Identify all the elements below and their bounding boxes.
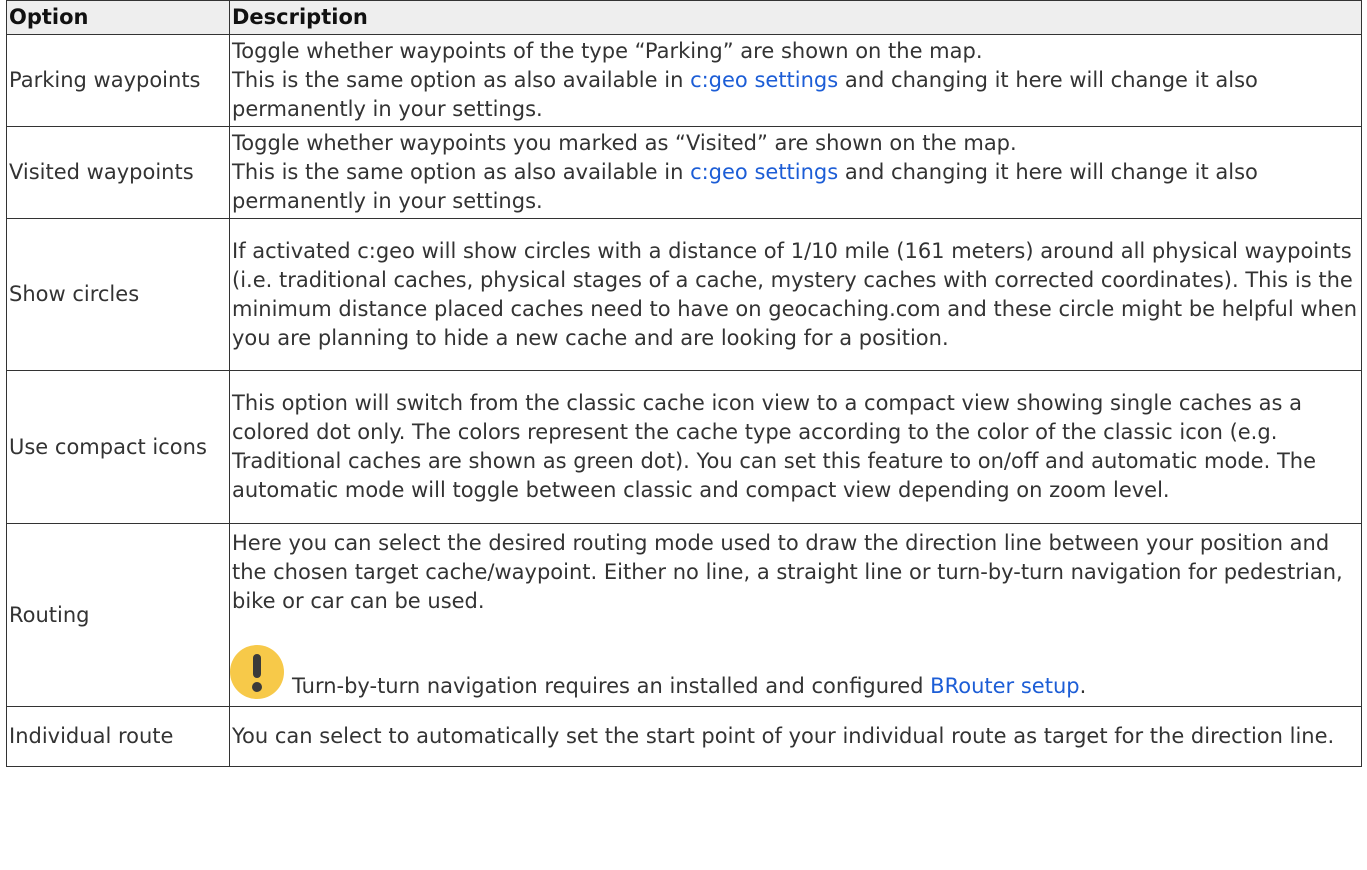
note-text: Turn-by-turn navigation requires an inst… [292, 674, 931, 698]
description-line: Toggle whether waypoints you marked as “… [232, 131, 1017, 155]
option-description: If activated c:geo will show circles wit… [229, 218, 1362, 371]
description-text: This is the same option as also availabl… [232, 160, 691, 184]
option-description: You can select to automatically set the … [229, 706, 1362, 767]
option-name: Individual route [6, 706, 230, 767]
option-name: Visited waypoints [6, 126, 230, 219]
table-row: Use compact icons This option will switc… [6, 370, 1362, 524]
note-text-end: . [1079, 674, 1087, 698]
options-table: Option Description Parking waypoints Tog… [6, 0, 1362, 767]
option-name: Routing [6, 523, 230, 707]
table-row: Visited waypoints Toggle whether waypoin… [6, 126, 1362, 219]
option-name: Show circles [6, 218, 230, 371]
option-description: Here you can select the desired routing … [229, 523, 1362, 707]
option-description: Toggle whether waypoints of the type “Pa… [229, 34, 1362, 127]
table-row: Routing Here you can select the desired … [6, 523, 1362, 707]
option-name: Parking waypoints [6, 34, 230, 127]
brouter-setup-link[interactable]: BRouter setup [930, 674, 1079, 698]
header-option: Option [6, 0, 230, 35]
cgeo-settings-link[interactable]: c:geo settings [690, 68, 838, 92]
table-row: Parking waypoints Toggle whether waypoin… [6, 34, 1362, 127]
header-description: Description [229, 0, 1362, 35]
cgeo-settings-link[interactable]: c:geo settings [690, 160, 838, 184]
warning-exclamation-icon [230, 645, 284, 699]
table-header-row: Option Description [6, 0, 1362, 35]
description-line: This is the same option as also availabl… [232, 66, 1359, 124]
table-row: Show circles If activated c:geo will sho… [6, 218, 1362, 371]
description-text: This is the same option as also availabl… [232, 68, 691, 92]
description-line: Toggle whether waypoints of the type “Pa… [232, 39, 983, 63]
description-line: This is the same option as also availabl… [232, 158, 1359, 216]
table-row: Individual route You can select to autom… [6, 706, 1362, 767]
option-description: Toggle whether waypoints you marked as “… [229, 126, 1362, 219]
option-description: This option will switch from the classic… [229, 370, 1362, 524]
note: Turn-by-turn navigation requires an inst… [230, 645, 1359, 701]
description-text: Here you can select the desired routing … [232, 531, 1343, 613]
option-name: Use compact icons [6, 370, 230, 524]
